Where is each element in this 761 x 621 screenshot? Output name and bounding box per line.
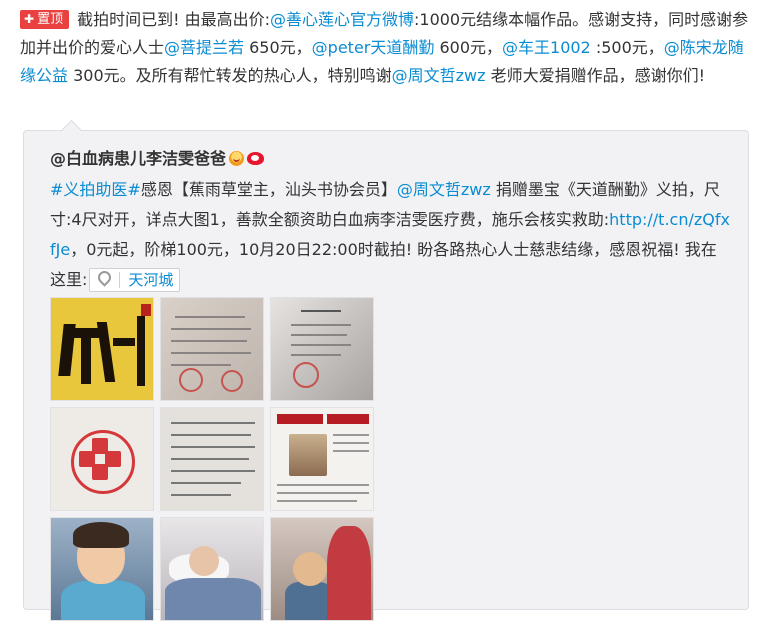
crown-icon — [229, 151, 245, 166]
pinned-label: 置顶 — [37, 12, 64, 27]
post-text: 300元。及所有帮忙转发的热心人，特别鸣谢 — [68, 66, 392, 85]
weibo-icon — [247, 152, 265, 165]
location-name[interactable]: 天河城 — [128, 271, 173, 289]
thumbnail-newspaper[interactable] — [270, 407, 374, 511]
thumbnail-hospital-bed[interactable] — [160, 517, 264, 621]
location-tag[interactable]: 天河城 — [89, 268, 181, 292]
repost-author-name[interactable]: @白血病患儿李洁雯爸爸 — [50, 149, 226, 168]
location-divider — [119, 272, 121, 288]
post-link[interactable]: @peter天道酬勤 — [312, 38, 435, 57]
repost-link[interactable]: @周文哲zwz — [397, 180, 491, 199]
repost-card: @白血病患儿李洁雯爸爸 #义拍助医#感恩【蕉雨草堂主，汕头书协会员】@周文哲zw… — [23, 119, 749, 621]
post-body: 截拍时间已到! 由最高出价:@善心莲心官方微博:1000元结缘本幅作品。感谢支持… — [20, 10, 748, 85]
location-pin-icon — [95, 268, 115, 287]
post-link[interactable]: @周文哲zwz — [392, 66, 486, 85]
post-link[interactable]: @善心莲心官方微博 — [270, 10, 414, 29]
thumbnail-receipt[interactable] — [270, 297, 374, 401]
thumbnail-hospital-logo[interactable] — [50, 407, 154, 511]
post-text: 650元， — [244, 38, 312, 57]
post-text: 600元， — [434, 38, 503, 57]
pinned-badge: ✚ 置顶 — [20, 10, 70, 29]
repost-link[interactable]: #义拍助医# — [50, 180, 141, 199]
post-text: 截拍时间已到! 由最高出价: — [77, 10, 270, 29]
post-link[interactable]: @菩提兰若 — [164, 38, 244, 57]
repost-text: #义拍助医#感恩【蕉雨草堂主，汕头书协会员】@周文哲zwz 捐赠墨宝《天道酬勤》… — [50, 175, 730, 295]
thumbnail-child-photo[interactable] — [50, 517, 154, 621]
repost-text: 感恩【蕉雨草堂主，汕头书协会员】 — [140, 180, 397, 199]
thumbnail-bedside[interactable] — [270, 517, 374, 621]
repost-author[interactable]: @白血病患儿李洁雯爸爸 — [50, 145, 265, 173]
post-link[interactable]: @车王1002 — [502, 38, 591, 57]
thumbnail-document[interactable] — [160, 297, 264, 401]
pin-icon: ✚ — [24, 12, 35, 26]
post-text: ✚ 置顶 截拍时间已到! 由最高出价:@善心莲心官方微博:1000元结缘本幅作品。感… — [20, 6, 755, 90]
repost-pointer — [60, 119, 83, 142]
post-text: :500元， — [590, 38, 664, 57]
thumbnail-handwriting[interactable] — [160, 407, 264, 511]
thumbnail-calligraphy[interactable] — [50, 297, 154, 401]
post-text: 老师大爱捐赠作品，感谢你们! — [485, 66, 706, 85]
